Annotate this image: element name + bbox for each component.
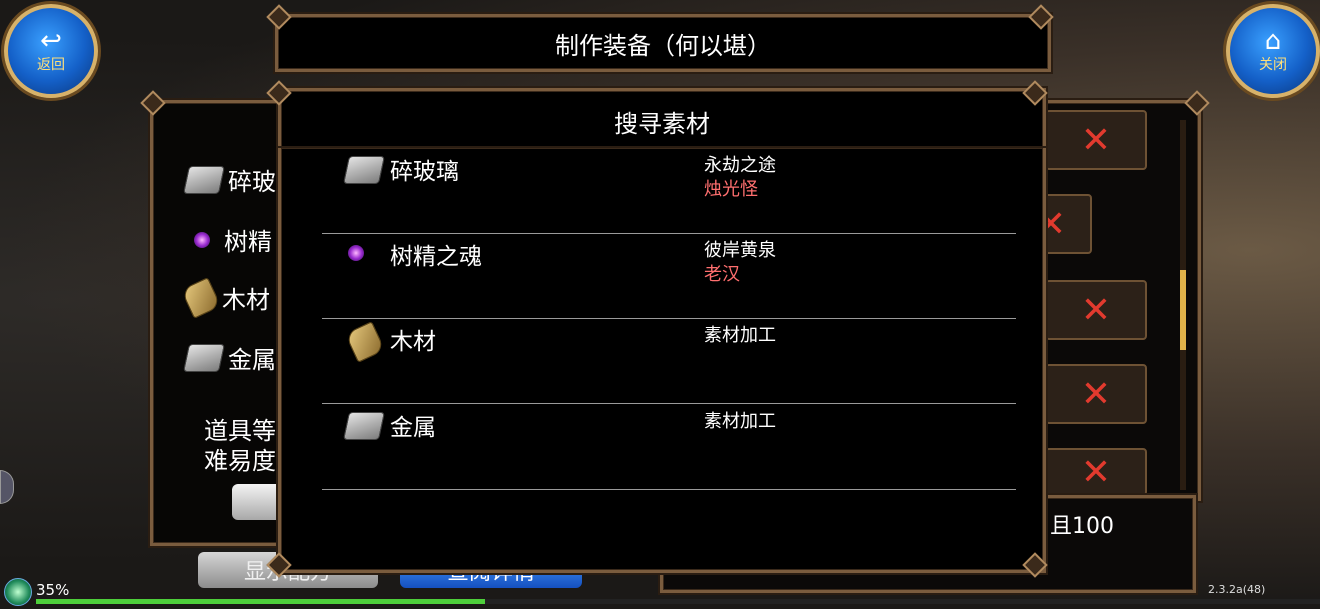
close-icon: ✕ [1080,373,1112,415]
source-location: 彼岸黄泉 [704,240,776,261]
material-source: 素材加工 [704,410,776,434]
material-source: 永劫之途 烛光怪 [704,154,776,202]
material-item: 木材 [180,276,270,319]
scrollbar[interactable] [1180,120,1186,490]
modal-header: 搜寻素材 [278,88,1046,154]
material-name: 金属 [390,415,436,441]
material-name: 木材 [390,329,436,355]
remove-button[interactable]: ✕ [1045,110,1147,170]
back-button[interactable]: ↩ 返回 [4,4,98,98]
metal-icon [183,343,225,372]
info-text: 且100 [1050,514,1114,539]
metal-icon [183,165,225,194]
material-item: 碎玻 [183,162,276,197]
soul-orb-icon [348,245,382,275]
close-icon: ✕ [1080,451,1112,493]
wood-icon [180,276,222,319]
page-title: 制作装备（何以堪） [555,31,771,60]
material-source-row[interactable]: 金属 素材加工 [322,404,1016,490]
close-icon: ✕ [1080,119,1112,161]
material-source: 素材加工 [704,324,776,348]
material-name: 碎玻璃 [390,159,459,185]
material-source-row[interactable]: 树精之魂 彼岸黄泉 老汉 [322,233,1016,319]
back-arrow-icon: ↩ [40,26,62,56]
source-location: 永劫之途 [704,155,776,176]
material-name: 树精之魂 [390,244,482,270]
material-source: 彼岸黄泉 老汉 [704,239,776,287]
scrollbar-thumb[interactable] [1180,270,1186,350]
remove-button[interactable]: ✕ [1045,280,1147,340]
window-title-bar: 制作装备（何以堪） [275,14,1051,72]
modal-title: 搜寻素材 [614,109,710,138]
material-item: 金属 [183,340,276,375]
source-location: 素材加工 [704,411,776,432]
source-location: 素材加工 [704,325,776,346]
remove-button[interactable]: ✕ [1045,448,1147,496]
close-icon: ✕ [1080,289,1112,331]
remove-button[interactable]: ✕ [1045,364,1147,424]
item-description: 道具等 难易度 [204,417,276,475]
material-source-row[interactable]: 木材 素材加工 [322,318,1016,404]
material-item: 树精 [186,222,272,257]
source-monster: 老汉 [704,264,740,285]
metal-icon [343,156,385,186]
material-source-row[interactable]: 碎玻璃 永劫之途 烛光怪 [322,148,1016,234]
soul-orb-icon [194,231,210,248]
version-label: 2.3.2a(48) [1208,583,1266,596]
metal-icon [343,412,385,442]
progress-fill [36,599,486,604]
home-icon: ⌂ [1264,26,1282,56]
close-button[interactable]: ⌂ 关闭 [1226,4,1320,98]
loading-progress-bar [36,599,1320,604]
battery-orb-icon [4,578,32,606]
battery-percent: 35% [36,581,70,599]
source-monster: 烛光怪 [704,179,758,200]
wood-icon [344,321,386,363]
